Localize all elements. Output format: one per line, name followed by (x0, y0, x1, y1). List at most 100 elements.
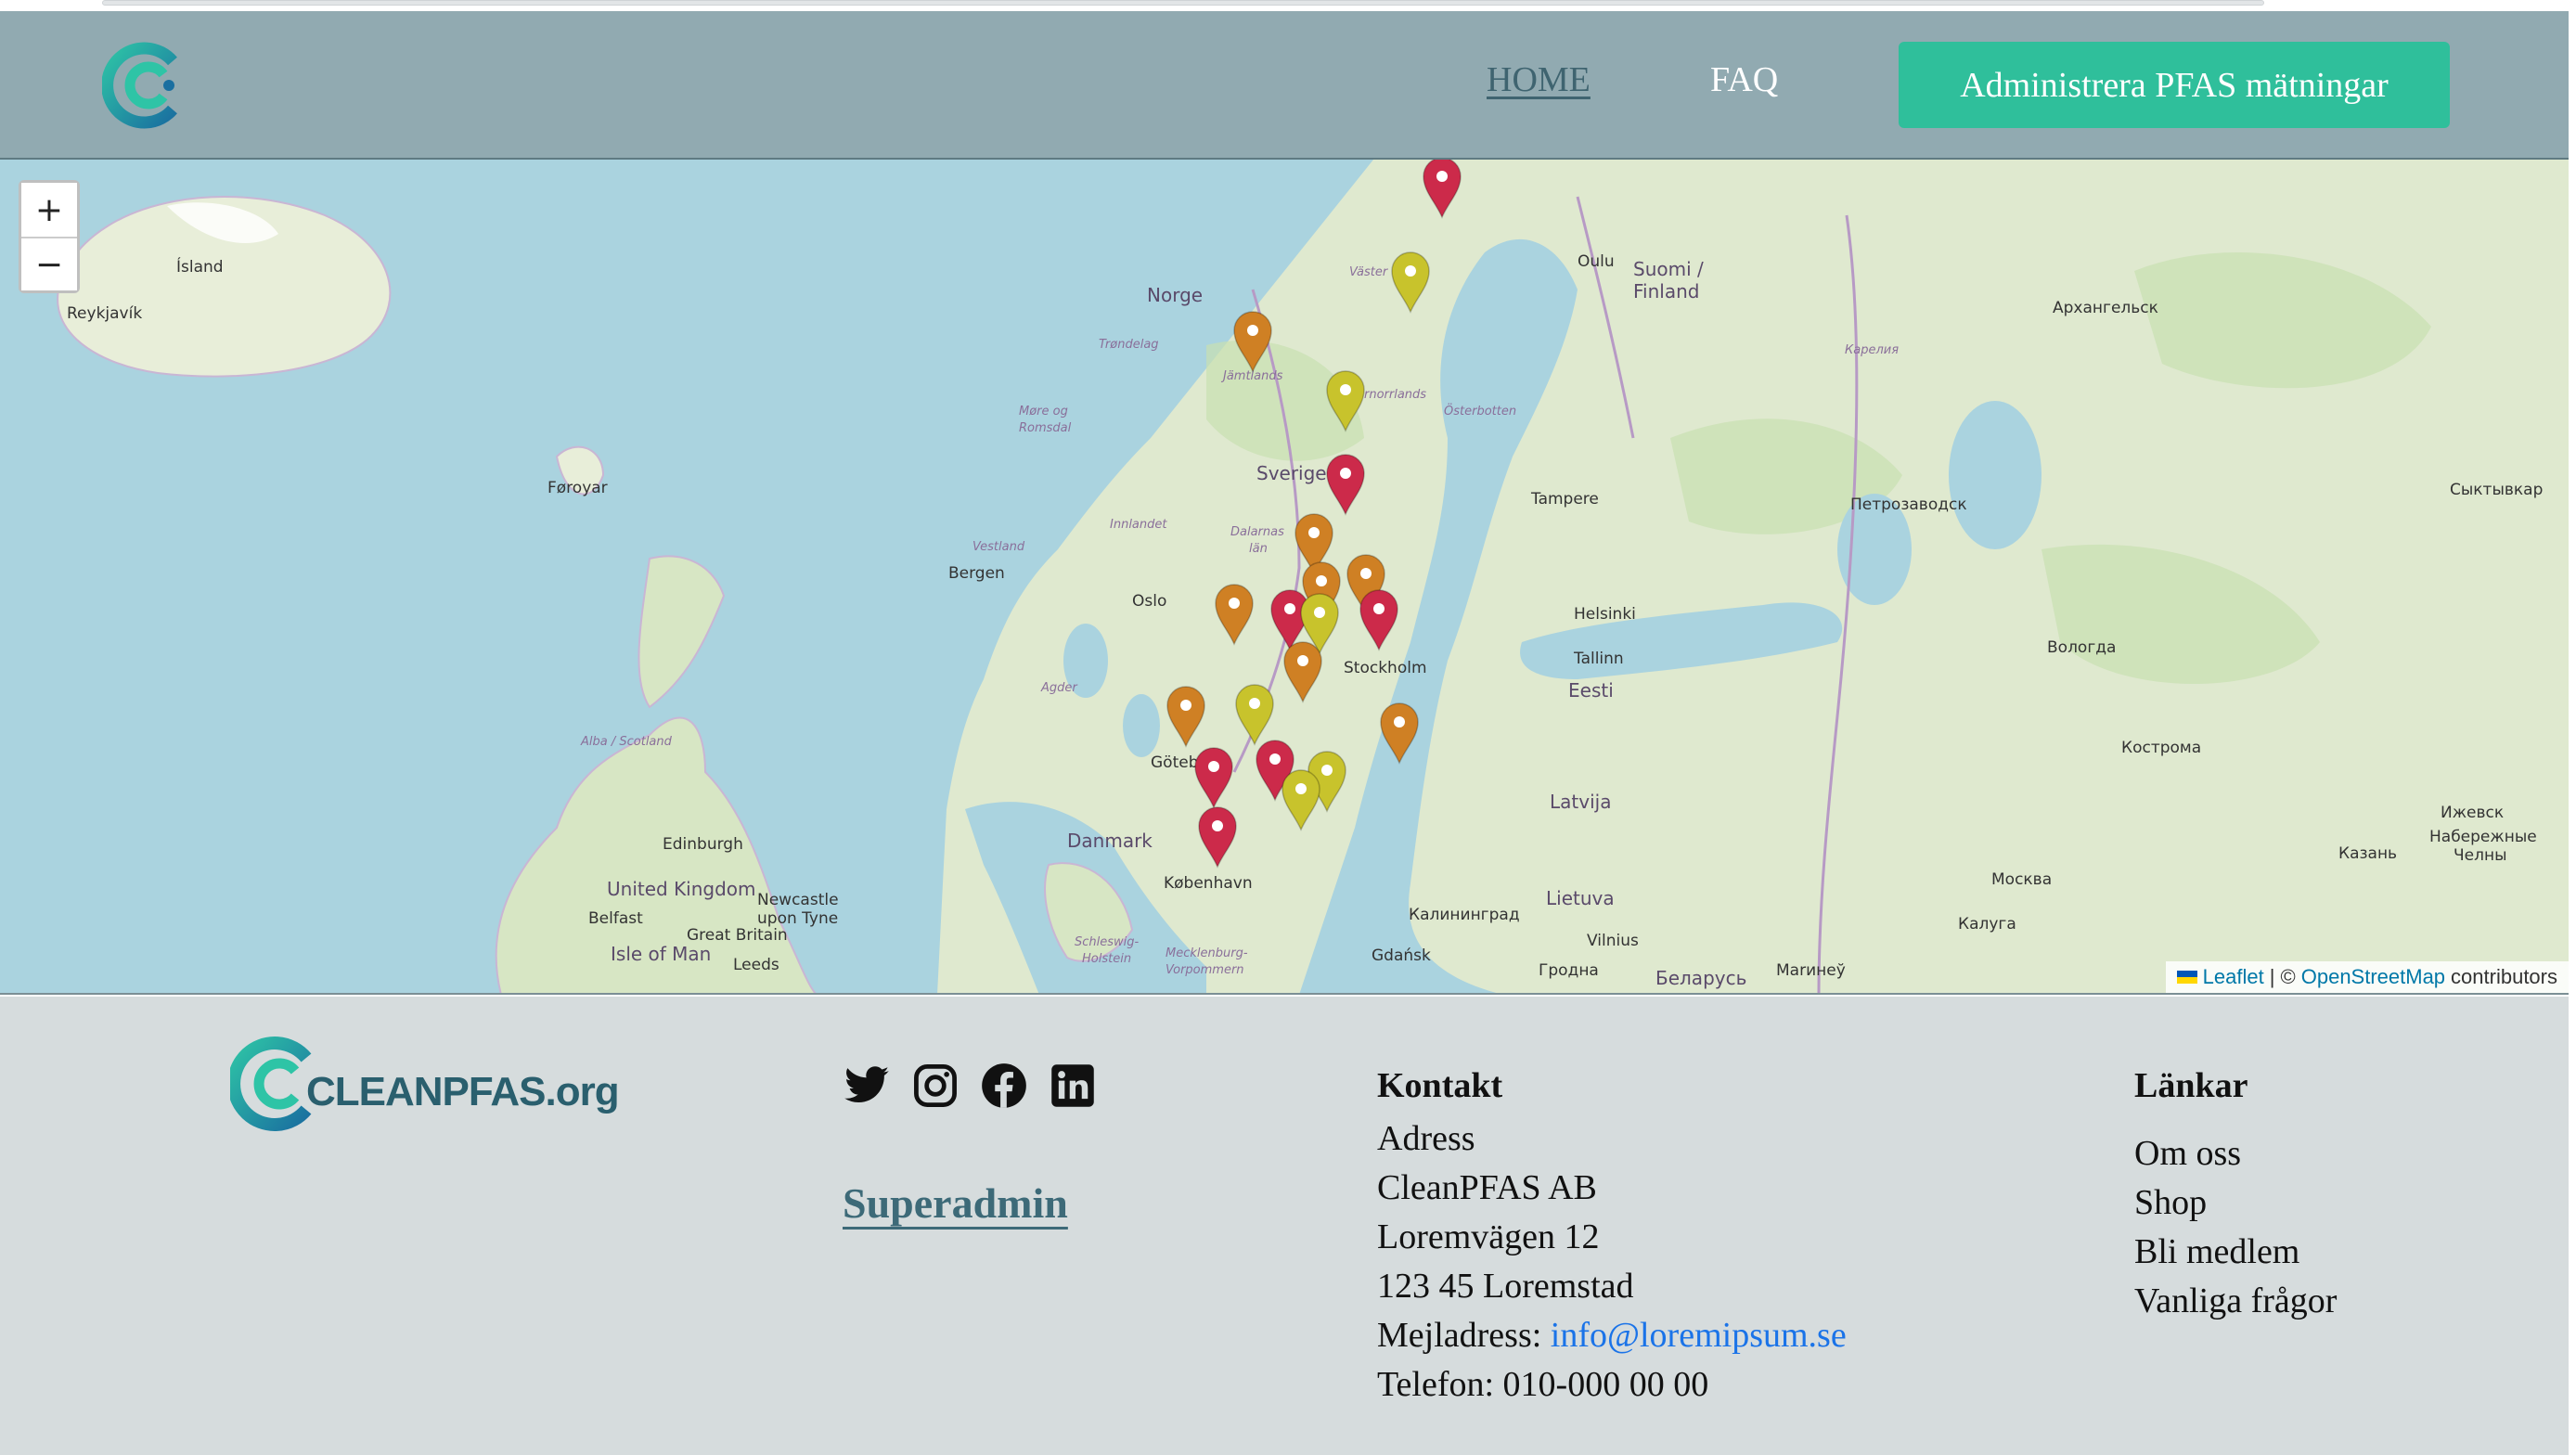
map-label: Dalarnas (1230, 525, 1284, 539)
links-heading: Länkar (2134, 1066, 2248, 1105)
map-label: Reykjavík (67, 304, 143, 323)
nav-faq-link[interactable]: FAQ (1710, 59, 1778, 100)
map-label: Ижевск (2441, 804, 2505, 822)
map-marker-yellow-icon[interactable] (1280, 766, 1322, 831)
zoom-in-button[interactable]: + (21, 183, 77, 237)
map-label: Ísland (176, 258, 224, 277)
map-label: Marинeў (1776, 961, 1846, 980)
map-label: Vilnius (1587, 932, 1639, 950)
map-marker-orange-icon[interactable] (1213, 581, 1256, 646)
site-header: HOME FAQ Administrera PFAS mätningar (0, 11, 2569, 160)
contact-section: Kontakt Adress CleanPFAS AB Loremvägen 1… (1377, 1062, 1847, 1410)
map-label: Holstein (1082, 952, 1132, 966)
map-marker-red-icon[interactable] (1358, 586, 1400, 651)
map-label: Беларусь (1655, 967, 1747, 989)
map-tiles[interactable] (0, 160, 2569, 995)
email-link[interactable]: info@loremipsum.se (1551, 1316, 1847, 1355)
pfas-map[interactable]: Ísland Reykjavík Norge Sverige Suomi / F… (0, 160, 2569, 995)
map-label: Tallinn (1574, 650, 1624, 668)
email-row: Mejladress: info@loremipsum.se (1377, 1311, 1847, 1360)
leaflet-link[interactable]: Leaflet (2203, 965, 2264, 989)
street-address: Loremvägen 12 (1377, 1217, 1600, 1256)
map-marker-yellow-icon[interactable] (1389, 249, 1432, 314)
map-label: Eesti (1568, 679, 1614, 702)
twitter-icon[interactable] (843, 1062, 891, 1110)
map-label: Архангельск (2053, 299, 2158, 317)
instagram-icon[interactable] (911, 1062, 960, 1110)
cleanpfas-logo-icon[interactable] (102, 41, 186, 130)
map-label: Sverige (1256, 462, 1327, 484)
map-label: Trøndelag (1099, 338, 1159, 352)
email-label: Mejladress: (1377, 1316, 1542, 1355)
map-label: Edinburgh (663, 835, 743, 854)
map-label: Väster (1349, 265, 1388, 279)
map-label: United Kingdom (607, 878, 756, 900)
map-marker-orange-icon[interactable] (1378, 700, 1421, 765)
map-label: Latvija (1550, 791, 1612, 813)
footer-link-bli-medlem[interactable]: Bli medlem (2134, 1228, 2337, 1277)
map-label: Schleswig- (1075, 935, 1140, 949)
map-label: Newcastle (757, 891, 839, 909)
map-label: Vorpommern (1166, 963, 1244, 977)
zoom-out-button[interactable]: − (21, 237, 77, 290)
browser-scroll-strip (0, 0, 2576, 11)
openstreetmap-link[interactable]: OpenStreetMap (2301, 965, 2445, 989)
footer-link-shop[interactable]: Shop (2134, 1178, 2337, 1228)
map-label: København (1164, 874, 1253, 893)
map-label: rnorrlands (1364, 388, 1427, 402)
horizontal-scrollbar[interactable] (102, 0, 2264, 6)
map-label: Helsinki (1574, 605, 1636, 624)
map-label: län (1249, 542, 1268, 556)
admin-pfas-button[interactable]: Administrera PFAS mätningar (1899, 42, 2450, 128)
map-label: Norge (1147, 284, 1204, 306)
phone-number: Telefon: 010-000 00 00 (1377, 1365, 1709, 1404)
map-attribution: Leaflet | © OpenStreetMap contributors (2165, 961, 2569, 993)
map-label: Leeds (733, 956, 779, 974)
attribution-separator: | © (2269, 965, 2296, 988)
facebook-icon[interactable] (980, 1062, 1028, 1110)
map-label: Казань (2338, 844, 2398, 863)
map-label: Danmark (1067, 830, 1153, 852)
map-marker-red-icon[interactable] (1192, 744, 1235, 809)
map-marker-red-icon[interactable] (1196, 804, 1239, 869)
footer-link-om-oss[interactable]: Om oss (2134, 1129, 2337, 1178)
map-label: Петрозаводск (1850, 496, 1967, 514)
linkedin-icon[interactable] (1049, 1062, 1097, 1110)
map-label: Калуга (1958, 915, 2016, 934)
map-label: Tampere (1531, 490, 1599, 509)
map-label: Oulu (1578, 252, 1615, 271)
map-label: Vestland (972, 540, 1025, 554)
superadmin-link[interactable]: Superadmin (843, 1178, 1068, 1228)
map-marker-orange-icon[interactable] (1231, 308, 1274, 373)
company-name: CleanPFAS AB (1377, 1168, 1597, 1207)
map-label: Innlandet (1110, 518, 1167, 532)
map-label: Belfast (588, 909, 643, 928)
map-label: Сыктывкар (2450, 481, 2544, 499)
map-label: Isle of Man (611, 943, 712, 965)
map-label: Москва (1991, 870, 2053, 889)
map-label: Österbotten (1444, 405, 1517, 418)
map-label: Bergen (948, 564, 1005, 583)
links-section: Länkar Om oss Shop Bli medlem Vanliga fr… (2134, 1062, 2337, 1326)
map-marker-red-icon[interactable] (1421, 160, 1463, 219)
attribution-suffix: contributors (2451, 965, 2557, 988)
brand-wordmark: CLEANPFAS.org (306, 1069, 620, 1114)
postal-address: 123 45 Loremstad (1377, 1267, 1634, 1306)
footer-link-vanliga-fragor[interactable]: Vanliga frågor (2134, 1277, 2337, 1326)
map-label: Вологда (2047, 638, 2117, 657)
map-label: Mecklenburg- (1166, 946, 1248, 960)
map-label: Romsdal (1019, 421, 1072, 435)
nav-home-link[interactable]: HOME (1487, 59, 1591, 100)
map-marker-orange-icon[interactable] (1165, 683, 1207, 748)
map-label: Göteb (1151, 753, 1199, 772)
map-label: Челны (2454, 846, 2507, 865)
map-marker-red-icon[interactable] (1324, 451, 1367, 516)
map-label: Кострома (2121, 739, 2202, 757)
map-label: Stockholm (1344, 659, 1427, 677)
map-marker-yellow-icon[interactable] (1324, 367, 1367, 432)
map-label: Oslo (1132, 592, 1167, 611)
map-marker-orange-icon[interactable] (1282, 638, 1324, 703)
address-label: Adress (1377, 1119, 1475, 1158)
zoom-control: + − (19, 180, 80, 293)
map-label: Finland (1633, 280, 1700, 303)
